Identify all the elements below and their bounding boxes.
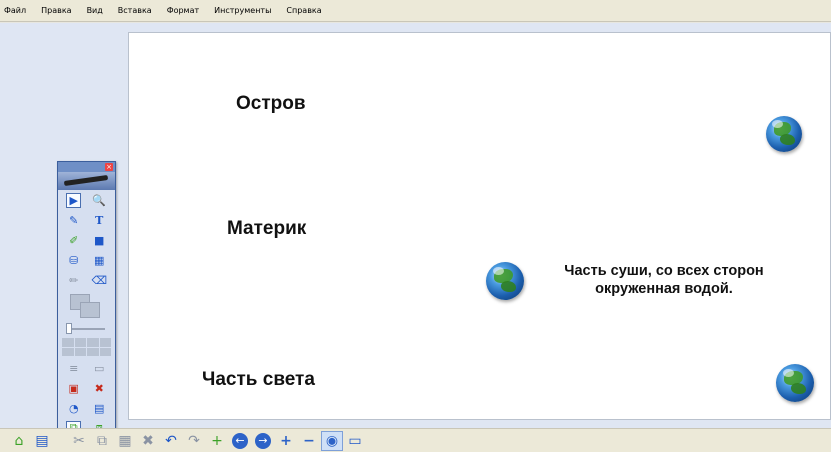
- eraser-icon[interactable]: ⌫: [91, 273, 107, 288]
- pencil-icon[interactable]: ✏: [66, 273, 81, 288]
- floating-toolbar[interactable]: × ▶ 🔍 ✎ T ✐ ■ ⛁ ▦ ✏ ⌫ ≡ ▭ ▣ ✖ ◔ ▤: [57, 161, 116, 444]
- zoom-out-icon: −: [303, 432, 315, 449]
- pen-icon[interactable]: ✎: [66, 213, 81, 228]
- highlighter-icon[interactable]: ✐: [66, 233, 81, 248]
- definition-text[interactable]: Часть суши, со всех сторон окруженная во…: [539, 262, 789, 298]
- zoom-fit-icon: ◉: [325, 432, 339, 449]
- separator: [61, 431, 67, 451]
- color-swatches[interactable]: [58, 290, 115, 320]
- term-island[interactable]: Остров: [236, 93, 306, 115]
- zoom-fit-button[interactable]: ◉: [321, 430, 343, 451]
- zoom-out-button[interactable]: −: [298, 431, 320, 451]
- next-page-button[interactable]: →: [252, 431, 274, 451]
- palette-grid[interactable]: [58, 336, 115, 358]
- fill-icon[interactable]: ⛁: [66, 253, 81, 268]
- workspace: Остров Материк Часть света Часть суши, с…: [0, 23, 831, 428]
- select-arrow-icon[interactable]: ▶: [66, 192, 82, 208]
- menu-format[interactable]: Формат: [167, 6, 199, 15]
- zoom-in-button[interactable]: +: [275, 431, 297, 451]
- slider-thumb[interactable]: [66, 323, 72, 334]
- globe-icon[interactable]: [776, 364, 814, 402]
- arrow-left-icon: ←: [232, 432, 248, 449]
- menu-tools[interactable]: Инструменты: [214, 6, 271, 15]
- save-icon[interactable]: ▤: [92, 401, 107, 416]
- prev-page-button[interactable]: ←: [229, 431, 251, 451]
- term-part-of-world[interactable]: Часть света: [202, 369, 315, 391]
- menu-view[interactable]: Вид: [87, 6, 103, 15]
- view-icon[interactable]: ▭: [344, 431, 366, 451]
- undo-icon[interactable]: ↶: [160, 431, 182, 451]
- add-page-icon[interactable]: +: [206, 431, 228, 451]
- lines-icon[interactable]: ≡: [66, 361, 81, 376]
- slide-canvas[interactable]: Остров Материк Часть света Часть суши, с…: [128, 32, 831, 420]
- term-mainland[interactable]: Материк: [227, 218, 306, 240]
- globe-icon[interactable]: [766, 116, 802, 152]
- arrow-right-icon: →: [255, 432, 271, 449]
- save-icon[interactable]: ▤: [31, 431, 53, 451]
- screen-shade-icon[interactable]: ▭: [92, 361, 107, 376]
- redo-icon[interactable]: ↷: [183, 431, 205, 451]
- zoom-in-icon: +: [280, 432, 292, 449]
- delete-icon[interactable]: ✖: [92, 381, 107, 396]
- separator: [54, 431, 60, 451]
- floating-toolbar-titlebar[interactable]: ×: [58, 162, 115, 172]
- menu-bar: Файл Правка Вид Вставка Формат Инструмен…: [0, 0, 831, 22]
- paste-icon[interactable]: ▦: [114, 431, 136, 451]
- pie-icon[interactable]: ◔: [66, 401, 81, 416]
- cut-icon[interactable]: ✂: [68, 431, 90, 451]
- globe-icon[interactable]: [486, 262, 524, 300]
- new-page-icon[interactable]: ⌂: [8, 431, 30, 451]
- menu-edit[interactable]: Правка: [41, 6, 71, 15]
- shape-icon[interactable]: ■: [92, 233, 107, 248]
- zoom-icon[interactable]: 🔍: [92, 193, 107, 208]
- menu-help[interactable]: Справка: [286, 6, 321, 15]
- capture-icon[interactable]: ▣: [66, 381, 81, 396]
- table-icon[interactable]: ▦: [92, 253, 107, 268]
- thickness-slider[interactable]: [58, 320, 115, 336]
- menu-insert[interactable]: Вставка: [118, 6, 152, 15]
- delete-icon[interactable]: ✖: [137, 431, 159, 451]
- bottom-toolbar: ⌂ ▤ ✂ ⧉ ▦ ✖ ↶ ↷ + ← → + − ◉ ▭: [0, 428, 831, 452]
- menu-file[interactable]: Файл: [4, 6, 26, 15]
- copy-icon[interactable]: ⧉: [91, 431, 113, 451]
- text-tool-icon[interactable]: T: [92, 213, 107, 228]
- pen-banner-icon: [58, 172, 115, 190]
- close-icon[interactable]: ×: [105, 163, 113, 171]
